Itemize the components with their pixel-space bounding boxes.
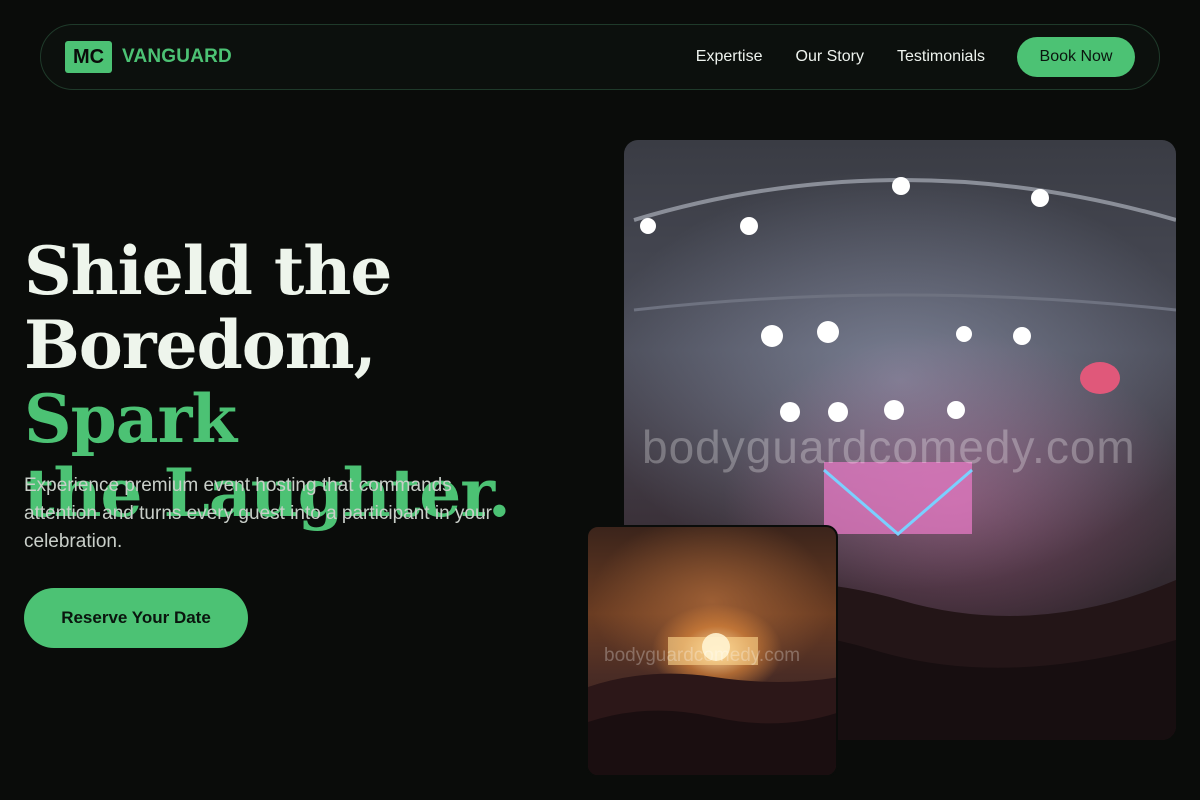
logo-badge: MC <box>65 41 112 73</box>
hero-title-line2b: Spark <box>24 380 237 458</box>
watermark-small: bodyguardcomedy.com <box>604 645 801 666</box>
logo[interactable]: MC VANGUARD <box>65 41 232 73</box>
watermark-main: bodyguardcomedy.com <box>642 421 1136 473</box>
top-navbar: MC VANGUARD Expertise Our Story Testimon… <box>40 24 1160 90</box>
book-now-button[interactable]: Book Now <box>1017 37 1135 77</box>
hero-title-line1: Shield the <box>24 232 392 310</box>
hero-title-line2a: Boredom, <box>24 306 377 384</box>
hero-subtitle: Experience premium event hosting that co… <box>24 475 492 552</box>
reserve-date-button[interactable]: Reserve Your Date <box>24 588 248 648</box>
nav-link-testimonials[interactable]: Testimonials <box>897 48 985 66</box>
concert-photo-small: bodyguardcomedy.com <box>586 525 838 777</box>
nav-links: Expertise Our Story Testimonials Book No… <box>696 37 1135 77</box>
logo-text: VANGUARD <box>122 46 232 67</box>
nav-link-expertise[interactable]: Expertise <box>696 48 763 66</box>
nav-link-our-story[interactable]: Our Story <box>796 48 864 66</box>
